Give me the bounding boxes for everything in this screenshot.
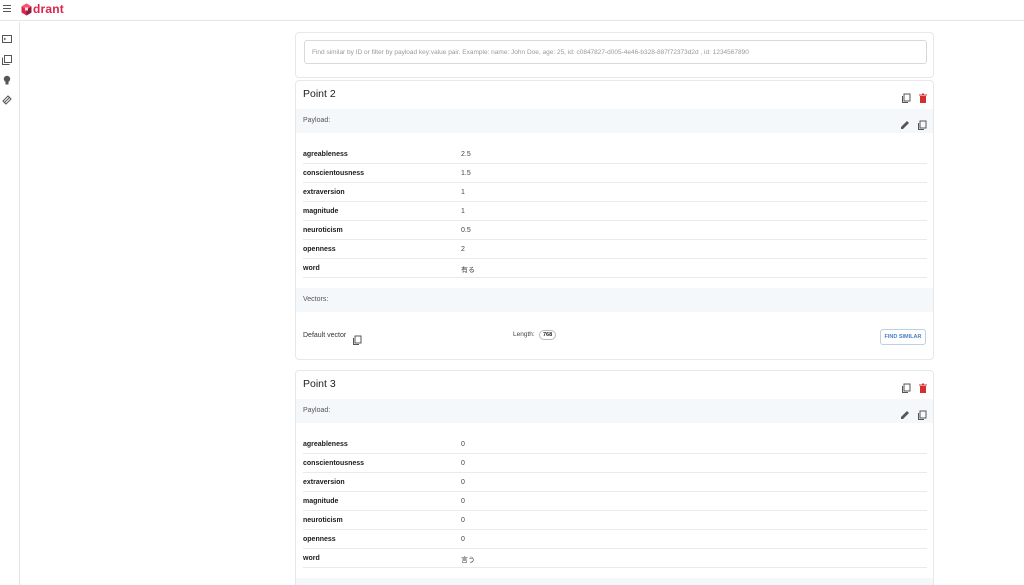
payload-value: 有る	[461, 267, 475, 274]
find-similar-button[interactable]: FIND SIMILAR	[880, 329, 926, 345]
payload-row: word 言う	[303, 549, 927, 568]
point-card: Point 3 Payload: agreableness 0 conscien…	[295, 370, 934, 585]
payload-key: magnitude	[303, 208, 339, 215]
delete-point-icon[interactable]	[918, 380, 928, 393]
payload-row: magnitude 0	[303, 492, 927, 511]
vector-length-badge: 768	[539, 330, 557, 340]
payload-key: agreableness	[303, 151, 348, 158]
payload-value: 言う	[461, 557, 475, 564]
payload-value: 0	[461, 441, 465, 448]
payload-value: 2.5	[461, 151, 471, 158]
payload-row: agreableness 2.5	[303, 145, 927, 164]
payload-value: 0	[461, 460, 465, 467]
point-title: Point 3	[303, 378, 336, 390]
payload-value: 1	[461, 189, 465, 196]
sidebar	[0, 22, 20, 585]
qdrant-logo[interactable]: drant	[21, 2, 64, 16]
payload-key: word	[303, 555, 320, 562]
payload-row: magnitude 1	[303, 202, 927, 221]
vector-name: Default vector	[303, 332, 347, 339]
payload-value: 2	[461, 246, 465, 253]
payload-value: 1	[461, 208, 465, 215]
edit-payload-icon[interactable]	[900, 407, 910, 419]
menu-icon[interactable]	[3, 5, 11, 12]
delete-point-icon[interactable]	[918, 90, 928, 103]
payload-key: conscientousness	[303, 170, 365, 177]
copy-payload-icon[interactable]	[917, 407, 927, 420]
payload-row: openness 0	[303, 530, 927, 549]
payload-row: conscientousness 1.5	[303, 164, 927, 183]
payload-value: 0.5	[461, 227, 471, 234]
copy-vector-icon[interactable]	[352, 332, 362, 345]
payload-section-header: Payload:	[296, 399, 933, 423]
vectors-section-header	[296, 578, 933, 585]
payload-key: openness	[303, 246, 336, 253]
payload-section-header: Payload:	[296, 109, 933, 133]
point-title: Point 2	[303, 88, 336, 100]
edit-payload-icon[interactable]	[900, 117, 910, 129]
tutorial-bulb-icon[interactable]	[2, 72, 12, 85]
payload-row: openness 2	[303, 240, 927, 259]
copy-payload-icon[interactable]	[917, 117, 927, 130]
payload-key: word	[303, 265, 320, 272]
payload-row: neuroticism 0.5	[303, 221, 927, 240]
payload-row: neuroticism 0	[303, 511, 927, 530]
payload-key: conscientousness	[303, 460, 365, 467]
qdrant-logo-mark-icon	[21, 3, 32, 15]
payload-key: extraversion	[303, 189, 345, 196]
copy-point-icon[interactable]	[901, 90, 911, 103]
payload-row: extraversion 1	[303, 183, 927, 202]
search-input[interactable]	[304, 40, 927, 64]
payload-key: magnitude	[303, 498, 339, 505]
payload-key: openness	[303, 536, 336, 543]
payload-key: extraversion	[303, 479, 345, 486]
payload-value: 0	[461, 517, 465, 524]
payload-row: agreableness 0	[303, 435, 927, 454]
payload-value: 0	[461, 536, 465, 543]
payload-value: 0	[461, 479, 465, 486]
console-icon[interactable]	[2, 31, 12, 43]
top-app-bar: drant	[0, 0, 1024, 21]
payload-row: conscientousness 0	[303, 454, 927, 473]
points-view: Point 2 Payload: agreableness 2.5 consci…	[21, 22, 1024, 585]
vectors-label: Vectors:	[303, 296, 329, 303]
vector-length-label: Length:	[513, 331, 535, 338]
payload-row: word 有る	[303, 259, 927, 278]
vectors-section-header: Vectors:	[296, 288, 933, 312]
copy-point-icon[interactable]	[901, 380, 911, 393]
payload-key: neuroticism	[303, 517, 343, 524]
payload-label: Payload:	[303, 407, 331, 414]
payload-key: agreableness	[303, 441, 348, 448]
logo-text: drant	[33, 2, 64, 16]
payload-row: extraversion 0	[303, 473, 927, 492]
payload-value: 1.5	[461, 170, 471, 177]
point-card: Point 2 Payload: agreableness 2.5 consci…	[295, 80, 934, 360]
payload-value: 0	[461, 498, 465, 505]
search-panel	[295, 32, 934, 78]
payload-label: Payload:	[303, 117, 331, 124]
payload-key: neuroticism	[303, 227, 343, 234]
collections-icon[interactable]	[2, 52, 12, 65]
datasets-icon[interactable]	[2, 92, 12, 105]
